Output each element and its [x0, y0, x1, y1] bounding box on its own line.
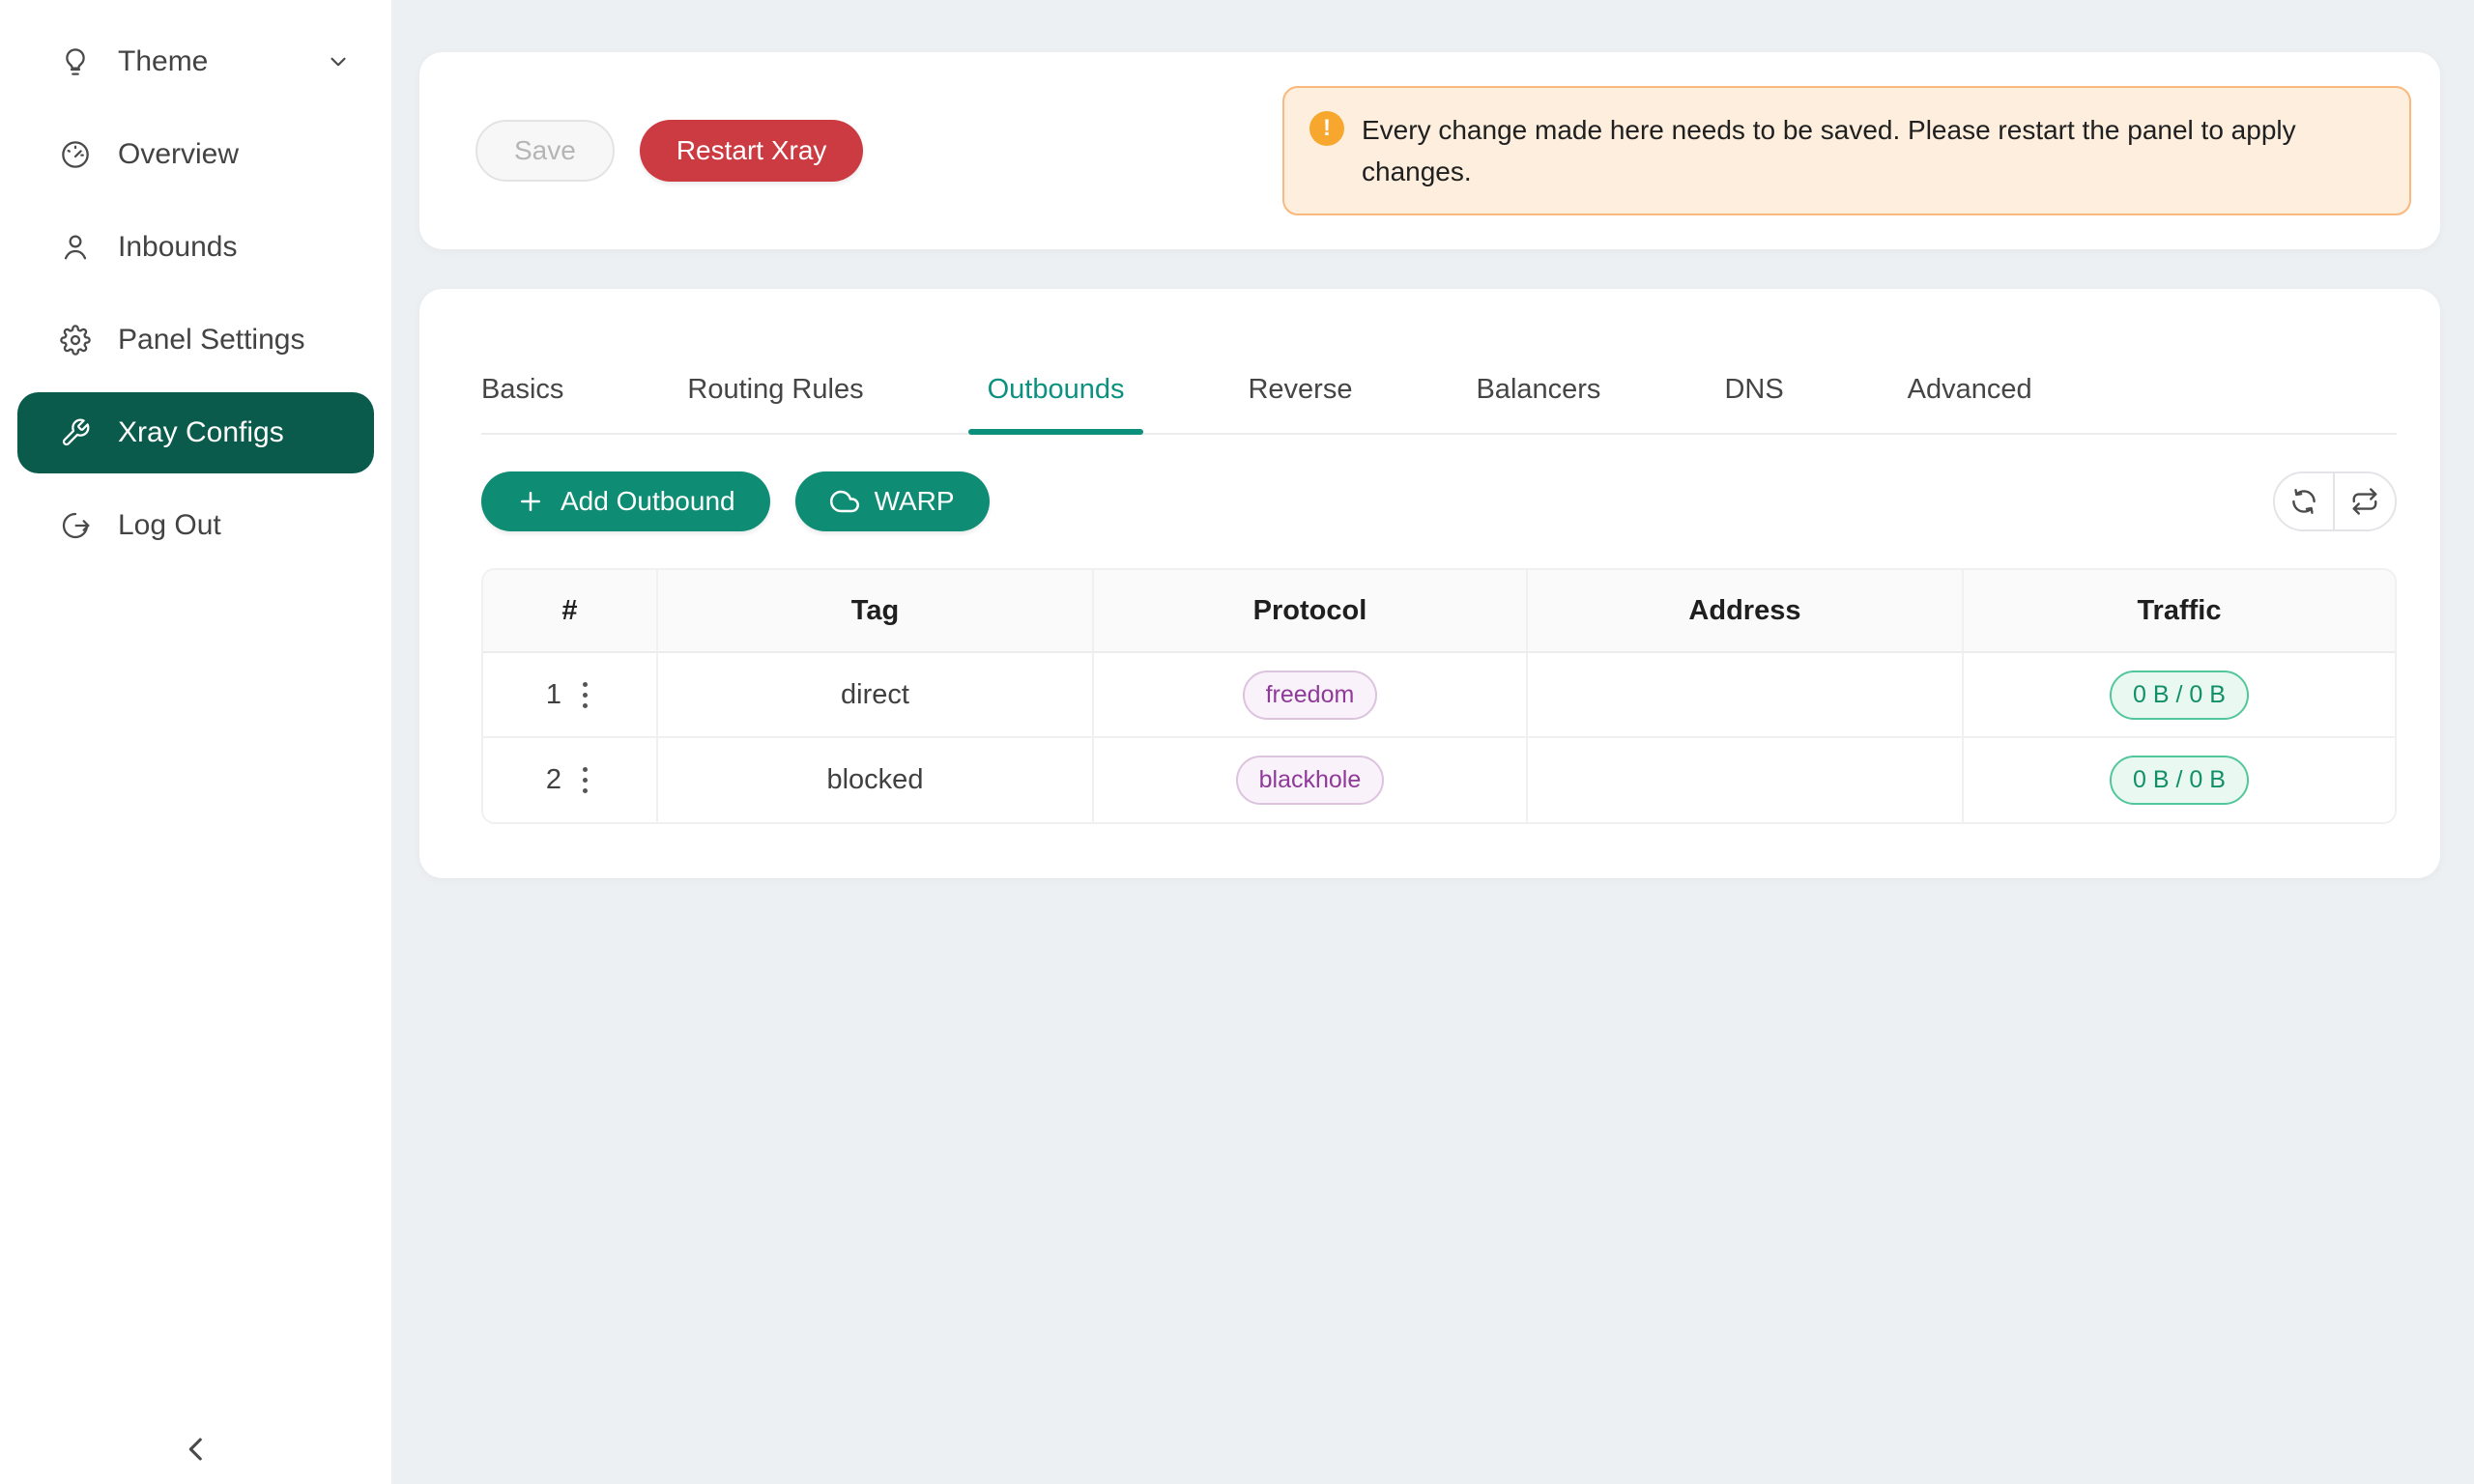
warp-label: WARP — [875, 486, 955, 517]
tag-cell: direct — [657, 652, 1093, 737]
sidebar-item-panel-settings[interactable]: Panel Settings — [17, 300, 374, 381]
add-outbound-label: Add Outbound — [561, 486, 735, 517]
row-index: 1 — [546, 679, 561, 711]
kebab-menu-icon[interactable] — [577, 676, 593, 714]
config-tabbar: Basics Routing Rules Outbounds Reverse B… — [481, 374, 2397, 435]
alert-text: Every change made here needs to be saved… — [1362, 109, 2380, 193]
sidebar-item-label: Xray Configs — [118, 416, 284, 449]
table-row: 1 direct freedom 0 B / 0 B — [483, 652, 2395, 737]
chevron-down-icon — [326, 49, 351, 74]
restart-warning-alert: ! Every change made here needs to be sav… — [1282, 86, 2411, 216]
dashboard-icon — [60, 139, 91, 170]
sync-button[interactable] — [2275, 473, 2335, 529]
outbounds-table: # Tag Protocol Address Traffic 1 — [481, 568, 2397, 824]
tab-reverse[interactable]: Reverse — [1248, 374, 1352, 433]
protocol-badge: blackhole — [1236, 756, 1385, 805]
sidebar-item-overview[interactable]: Overview — [17, 114, 374, 195]
sidebar-item-label: Log Out — [118, 509, 221, 542]
sidebar-nav: Theme Overview Inbounds Panel Settings — [0, 0, 391, 566]
tab-basics[interactable]: Basics — [481, 374, 563, 433]
main-content: Save Restart Xray ! Every change made he… — [391, 0, 2474, 1484]
header-index: # — [483, 570, 657, 652]
sidebar-item-label: Inbounds — [118, 231, 237, 264]
traffic-badge: 0 B / 0 B — [2110, 671, 2249, 720]
row-index: 2 — [546, 764, 561, 796]
tab-dns[interactable]: DNS — [1724, 374, 1783, 433]
sidebar-collapse-button[interactable] — [0, 1433, 391, 1470]
header-traffic: Traffic — [1963, 570, 2395, 652]
save-button[interactable]: Save — [475, 120, 615, 182]
warp-button[interactable]: WARP — [795, 471, 990, 531]
xray-config-card: Basics Routing Rules Outbounds Reverse B… — [419, 289, 2440, 878]
header-protocol: Protocol — [1093, 570, 1527, 652]
sidebar-item-log-out[interactable]: Log Out — [17, 485, 374, 566]
sidebar-item-xray-configs[interactable]: Xray Configs — [17, 392, 374, 473]
kebab-menu-icon[interactable] — [577, 761, 593, 799]
tab-advanced[interactable]: Advanced — [1908, 374, 2032, 433]
gear-icon — [60, 325, 91, 356]
header-address: Address — [1527, 570, 1963, 652]
sidebar-item-theme[interactable]: Theme — [17, 21, 374, 102]
refresh-button-group — [2273, 471, 2397, 531]
toolbar-card: Save Restart Xray ! Every change made he… — [419, 52, 2440, 249]
protocol-badge: freedom — [1243, 671, 1378, 720]
bulb-icon — [60, 46, 91, 77]
add-outbound-button[interactable]: Add Outbound — [481, 471, 770, 531]
table-header-row: # Tag Protocol Address Traffic — [483, 570, 2395, 652]
restart-xray-button[interactable]: Restart Xray — [640, 120, 864, 182]
repeat-icon — [2350, 487, 2379, 516]
chevron-left-icon — [180, 1433, 213, 1470]
tab-balancers[interactable]: Balancers — [1476, 374, 1600, 433]
address-cell — [1527, 652, 1963, 737]
sidebar-item-inbounds[interactable]: Inbounds — [17, 207, 374, 288]
wrench-icon — [60, 417, 91, 448]
logout-icon — [60, 510, 91, 541]
sync-icon — [2289, 487, 2318, 516]
sidebar-item-label: Theme — [118, 45, 208, 78]
tab-routing-rules[interactable]: Routing Rules — [687, 374, 863, 433]
sidebar-item-label: Panel Settings — [118, 324, 304, 357]
table-actions-row: Add Outbound WARP — [481, 471, 2397, 531]
tag-cell: blocked — [657, 737, 1093, 822]
tab-outbounds[interactable]: Outbounds — [988, 374, 1125, 433]
plus-icon — [516, 487, 545, 516]
sidebar: Theme Overview Inbounds Panel Settings — [0, 0, 391, 1484]
sidebar-item-label: Overview — [118, 138, 239, 171]
table-row: 2 blocked blackhole 0 B / 0 B — [483, 737, 2395, 822]
address-cell — [1527, 737, 1963, 822]
user-icon — [60, 232, 91, 263]
header-tag: Tag — [657, 570, 1093, 652]
repeat-button[interactable] — [2335, 473, 2395, 529]
warning-icon: ! — [1309, 111, 1344, 146]
traffic-badge: 0 B / 0 B — [2110, 756, 2249, 805]
cloud-icon — [830, 487, 859, 516]
